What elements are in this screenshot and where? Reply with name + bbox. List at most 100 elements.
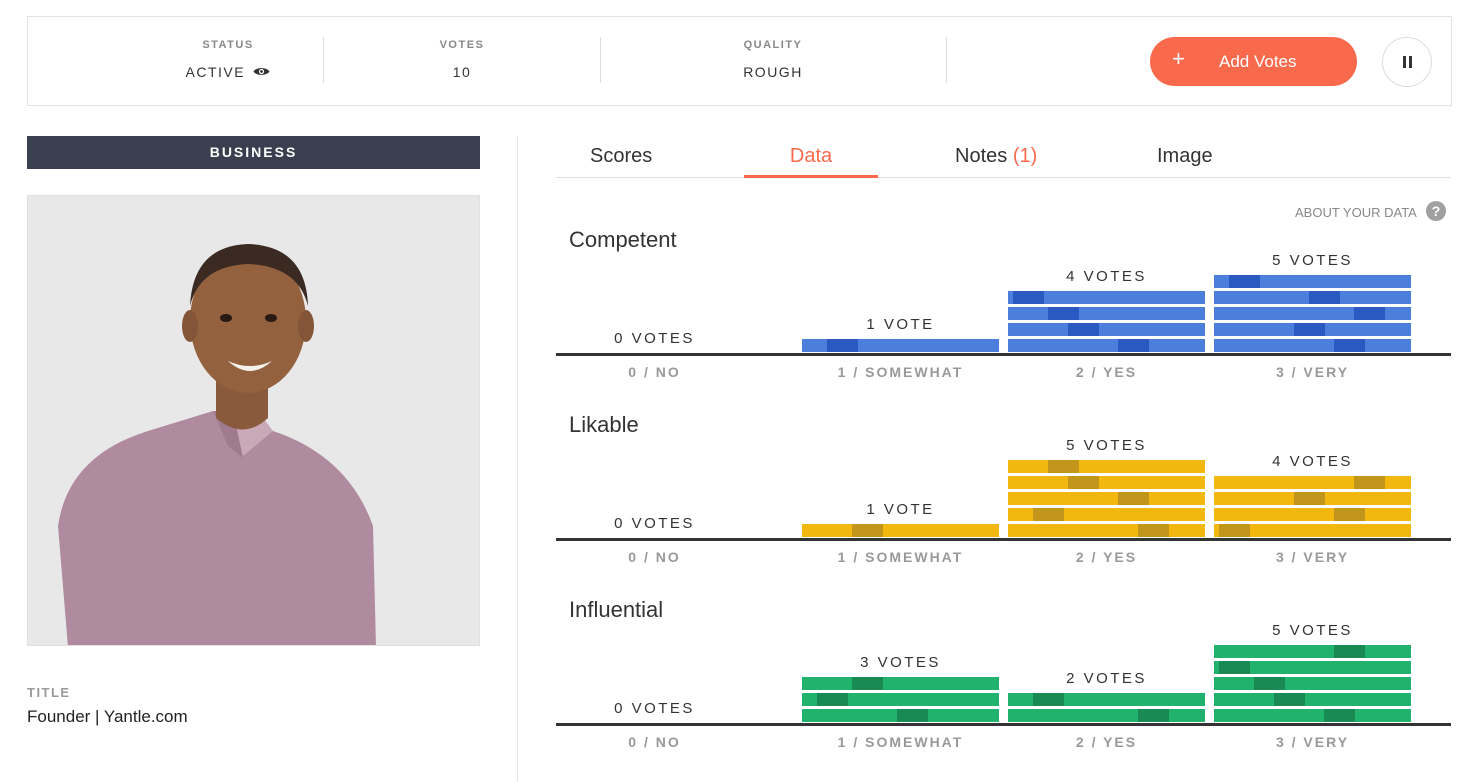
vote-count-label: 4 VOTES — [1066, 268, 1147, 285]
tab-scores-label: Scores — [590, 145, 653, 167]
vote-bar — [1214, 693, 1411, 706]
score-axis-label: 0 / NO — [628, 734, 681, 750]
vote-bar — [1008, 508, 1205, 521]
vote-count-label: 5 VOTES — [1272, 622, 1353, 639]
plus-icon: + — [1172, 46, 1185, 71]
status-stat: STATUS ACTIVE — [128, 17, 328, 105]
chart-baseline — [556, 723, 1451, 726]
divider — [323, 37, 324, 83]
tab-data-label: Data — [789, 145, 833, 167]
quality-value: ROUGH — [743, 64, 803, 80]
vote-marker — [1118, 339, 1149, 352]
tab-scores[interactable]: Scores — [590, 145, 652, 178]
chart-baseline — [556, 353, 1451, 356]
vote-marker — [1309, 291, 1340, 304]
vote-marker — [1274, 693, 1305, 706]
tab-notes-label: Notes — [955, 145, 1008, 167]
votes-value: 10 — [452, 64, 472, 80]
vote-count-label: 3 VOTES — [860, 654, 941, 671]
tab-image[interactable]: Image — [1157, 145, 1213, 178]
score-axis-label: 1 / SOMEWHAT — [837, 364, 964, 380]
trait-title: Likable — [569, 412, 639, 437]
votes-label: VOTES — [439, 39, 485, 51]
vote-bar — [1008, 524, 1205, 537]
vote-marker — [1033, 693, 1064, 706]
vote-marker — [1048, 460, 1079, 473]
score-axis-label: 0 / NO — [628, 549, 681, 565]
vote-bar — [1214, 645, 1411, 658]
vote-bar — [1008, 693, 1205, 706]
vote-count-label: 1 VOTE — [866, 501, 935, 518]
score-axis-label: 3 / VERY — [1275, 364, 1350, 380]
vote-marker — [1294, 492, 1325, 505]
vote-bar — [1008, 476, 1205, 489]
status-bar: STATUS ACTIVE VOTES 10 QUALITY ROUGH + A… — [27, 16, 1452, 106]
add-votes-label: Add Votes — [1219, 52, 1297, 71]
vote-count-label: 0 VOTES — [614, 515, 695, 532]
vote-bar — [1214, 323, 1411, 336]
vote-marker — [1254, 677, 1285, 690]
vote-count-label: 5 VOTES — [1066, 437, 1147, 454]
vote-marker — [1324, 709, 1355, 722]
score-axis-label: 1 / SOMEWHAT — [837, 549, 964, 565]
vote-marker — [1219, 524, 1250, 537]
vote-bar — [1214, 677, 1411, 690]
score-axis-label: 1 / SOMEWHAT — [837, 734, 964, 750]
vote-bar — [802, 677, 999, 690]
vote-marker — [1229, 275, 1260, 288]
vote-marker — [1294, 323, 1325, 336]
score-axis-label: 2 / YES — [1075, 734, 1138, 750]
vote-bar — [1214, 492, 1411, 505]
vote-bar — [1214, 476, 1411, 489]
vote-marker — [1048, 307, 1079, 320]
tab-image-label: Image — [1157, 145, 1213, 167]
vote-bar — [1008, 307, 1205, 320]
vote-marker — [1354, 476, 1385, 489]
title-label: TITLE — [27, 685, 71, 700]
vote-marker — [1068, 476, 1099, 489]
score-axis-label: 2 / YES — [1075, 364, 1138, 380]
vote-marker — [1013, 291, 1044, 304]
vote-marker — [1334, 645, 1365, 658]
profile-photo — [27, 195, 480, 646]
vote-bar — [1008, 492, 1205, 505]
vote-count-label: 2 VOTES — [1066, 670, 1147, 687]
vote-count-label: 1 VOTE — [866, 316, 935, 333]
status-label: STATUS — [202, 39, 254, 51]
quality-label: QUALITY — [743, 39, 803, 51]
status-value: ACTIVE — [185, 64, 246, 80]
status-value-wrap: ACTIVE — [128, 64, 328, 80]
vote-bar — [802, 693, 999, 706]
vote-count-label: 4 VOTES — [1272, 453, 1353, 470]
vote-bar — [1008, 709, 1205, 722]
vote-marker — [817, 693, 848, 706]
vote-bar — [1214, 508, 1411, 521]
vote-bar — [1214, 291, 1411, 304]
help-icon[interactable]: ? — [1426, 201, 1446, 221]
pause-button[interactable] — [1382, 37, 1432, 87]
vote-bar — [1214, 339, 1411, 352]
vote-marker — [1118, 492, 1149, 505]
vote-marker — [1138, 709, 1169, 722]
vote-bar — [1008, 323, 1205, 336]
vote-marker — [852, 524, 883, 537]
vote-bar — [802, 339, 999, 352]
score-axis-label: 0 / NO — [628, 364, 681, 380]
tab-notes[interactable]: Notes (1) — [955, 145, 1037, 178]
person-photo-illustration — [28, 196, 479, 645]
vote-bar — [1008, 339, 1205, 352]
vote-count-label: 0 VOTES — [614, 330, 695, 347]
vote-marker — [827, 339, 858, 352]
add-votes-button[interactable]: + Add Votes — [1150, 37, 1357, 86]
tab-data[interactable]: Data — [744, 145, 878, 178]
vote-bar — [1008, 460, 1205, 473]
vote-bar — [1008, 291, 1205, 304]
eye-icon — [253, 68, 270, 75]
vote-bar — [1214, 661, 1411, 674]
vote-marker — [1354, 307, 1385, 320]
vote-bar — [1214, 275, 1411, 288]
about-your-data-link[interactable]: ABOUT YOUR DATA — [1295, 205, 1417, 220]
trait-title: Influential — [569, 597, 664, 622]
vote-bar — [1214, 524, 1411, 537]
category-badge: BUSINESS — [27, 136, 480, 169]
